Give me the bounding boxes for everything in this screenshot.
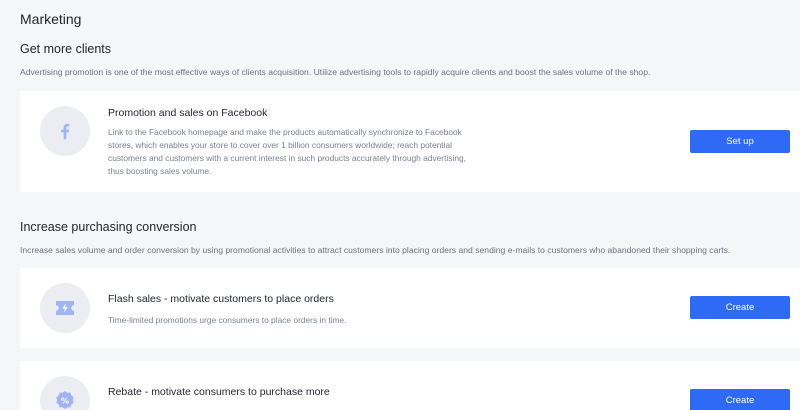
flash-sales-card: Flash sales - motivate customers to plac… <box>20 268 800 348</box>
card-description-line: Time-limited promotions urge consumers t… <box>108 315 347 325</box>
create-rebate-button[interactable]: Create <box>690 389 790 410</box>
facebook-icon <box>40 106 90 156</box>
svg-text:%: % <box>61 397 69 406</box>
create-flash-sale-button[interactable]: Create <box>690 296 790 319</box>
marketing-page: Marketing Get more clients Advertising p… <box>0 0 800 410</box>
rebate-card: % Rebate - motivate consumers to purchas… <box>20 361 800 410</box>
card-title: Promotion and sales on Facebook <box>108 107 268 119</box>
card-description-line: stores, which enables your store to cove… <box>108 140 453 150</box>
section-title-increase-purchasing-conversion: Increase purchasing conversion <box>20 220 197 234</box>
section-title-get-more-clients: Get more clients <box>20 42 112 56</box>
section-description-increase-purchasing-conversion: Increase sales volume and order conversi… <box>20 245 731 255</box>
card-title: Flash sales - motivate customers to plac… <box>108 293 334 305</box>
section-description-get-more-clients: Advertising promotion is one of the most… <box>20 67 651 77</box>
page-title: Marketing <box>20 11 82 27</box>
percent-badge-icon: % <box>40 376 90 410</box>
card-description: Time-limited promotions urge consumers t… <box>108 314 346 327</box>
set-up-button[interactable]: Set up <box>690 130 790 153</box>
flash-sale-ticket-icon <box>40 283 90 333</box>
card-description-line: Link to the Facebook homepage and make t… <box>108 127 462 137</box>
card-description-line: thus boosting sales volume. <box>108 166 212 176</box>
facebook-promotion-card: Promotion and sales on Facebook Link to … <box>20 91 800 192</box>
card-description-line: customers and customers with a current i… <box>108 153 466 163</box>
card-title: Rebate - motivate consumers to purchase … <box>108 386 330 398</box>
card-description: Link to the Facebook homepage and make t… <box>108 126 466 178</box>
